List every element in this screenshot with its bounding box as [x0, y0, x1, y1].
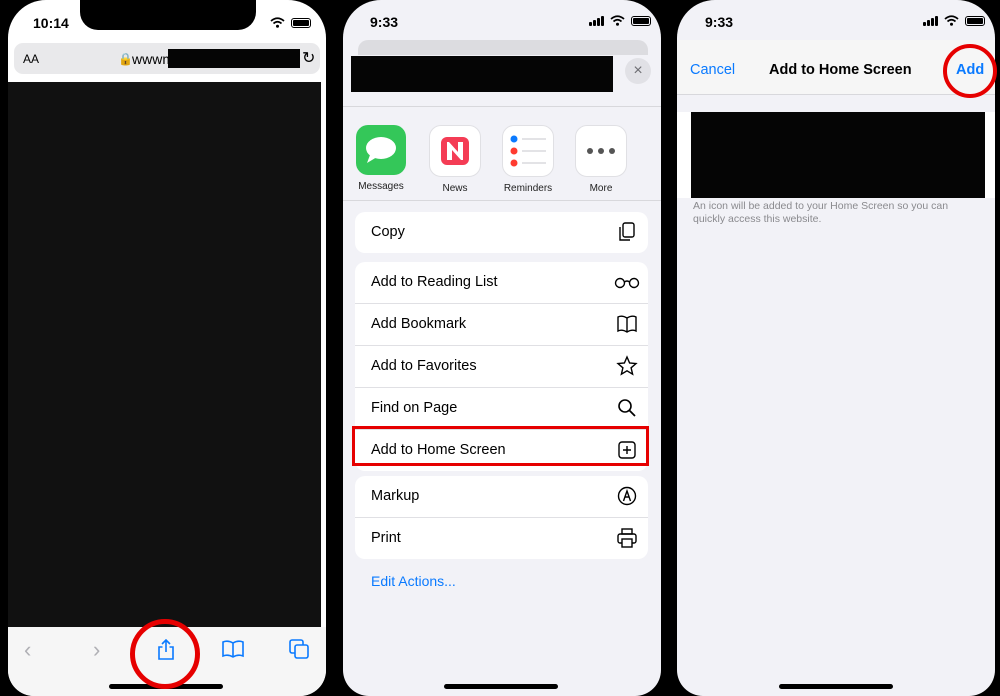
- magnifier-icon: [618, 399, 636, 417]
- redacted-url: [168, 49, 300, 68]
- action-label: Add to Favorites: [371, 358, 477, 374]
- sheet-background-edge: [358, 40, 648, 55]
- action-add-bookmark[interactable]: Add Bookmark: [355, 304, 648, 346]
- action-add-to-reading-list[interactable]: Add to Reading List: [355, 262, 648, 304]
- status-bar: 9:33: [677, 0, 995, 40]
- app-more[interactable]: More: [571, 125, 631, 194]
- home-indicator: [779, 684, 893, 689]
- reload-icon[interactable]: ↻: [302, 48, 315, 68]
- redacted-page-title: [351, 56, 613, 92]
- app-messages[interactable]: Messages: [351, 125, 411, 192]
- status-time: 9:33: [370, 14, 399, 30]
- star-icon: [616, 355, 638, 376]
- site-info-card: [677, 112, 995, 198]
- markup-pen-icon: [617, 486, 637, 506]
- action-label: Markup: [371, 488, 420, 504]
- cancel-button[interactable]: Cancel: [690, 62, 735, 78]
- app-label: More: [589, 183, 613, 194]
- cellular-icon: [589, 15, 604, 26]
- home-screen-note: An icon will be added to your Home Scree…: [693, 200, 949, 225]
- action-label: Print: [371, 530, 401, 546]
- wifi-icon: [270, 17, 285, 28]
- action-print[interactable]: Print: [355, 518, 648, 559]
- wifi-icon: [610, 15, 625, 26]
- more-icon: [575, 125, 627, 177]
- status-time: 9:33: [705, 14, 734, 30]
- app-news[interactable]: News: [425, 125, 485, 194]
- app-reminders[interactable]: Reminders: [498, 125, 558, 194]
- action-add-to-favorites[interactable]: Add to Favorites: [355, 346, 648, 388]
- close-button[interactable]: ×: [625, 58, 651, 84]
- app-label: Reminders: [503, 183, 553, 194]
- wifi-icon: [944, 15, 959, 26]
- reminders-icon: [502, 125, 554, 177]
- share-sheet-screen: 9:33 × Messages News Reminders More Copy…: [343, 0, 661, 696]
- markup-print-group: Markup Print: [355, 476, 648, 559]
- battery-icon: [965, 15, 985, 26]
- action-label: Copy: [371, 224, 405, 240]
- reader-text-size-button[interactable]: AA: [23, 52, 39, 66]
- address-bar[interactable]: AA 🔒 wwwm ↻: [14, 43, 320, 74]
- action-find-on-page[interactable]: Find on Page: [355, 388, 648, 430]
- action-label: Add Bookmark: [371, 316, 467, 332]
- news-icon: [429, 125, 481, 177]
- status-bar: 9:33: [343, 0, 661, 40]
- lock-icon: 🔒: [118, 52, 133, 66]
- redacted-site-info: [691, 112, 985, 198]
- tabs-icon[interactable]: [289, 639, 309, 659]
- action-copy[interactable]: Copy: [355, 212, 648, 253]
- page-title: Add to Home Screen: [769, 62, 912, 78]
- action-label: Find on Page: [371, 400, 458, 416]
- bookmarks-icon[interactable]: [222, 640, 244, 658]
- header-divider: [343, 106, 661, 107]
- web-page-content-redacted: [8, 82, 321, 627]
- add-to-home-screen-dialog: 9:33 Cancel Add to Home Screen Add An ic…: [677, 0, 995, 696]
- edit-actions-link[interactable]: Edit Actions...: [371, 573, 456, 589]
- home-screen-highlight-box: [352, 426, 649, 466]
- cellular-icon: [923, 15, 938, 26]
- back-button[interactable]: ‹: [24, 637, 31, 663]
- forward-button[interactable]: ›: [93, 637, 100, 663]
- messages-icon: [356, 125, 406, 175]
- app-label: News: [442, 183, 468, 194]
- battery-icon: [631, 15, 651, 26]
- book-icon: [617, 315, 637, 333]
- share-highlight-circle: [130, 619, 200, 689]
- battery-icon: [291, 17, 311, 28]
- action-markup[interactable]: Markup: [355, 476, 648, 518]
- action-label: Add to Reading List: [371, 274, 498, 290]
- printer-icon: [617, 528, 637, 548]
- safari-browser-screen: 10:14 AA 🔒 wwwm ↻ ‹ ›: [8, 0, 326, 696]
- status-time: 10:14: [33, 15, 69, 31]
- copy-icon: [619, 222, 635, 241]
- status-bar: 10:14: [8, 0, 326, 40]
- home-indicator: [444, 684, 558, 689]
- add-highlight-circle: [943, 44, 997, 98]
- copy-group: Copy: [355, 212, 648, 253]
- app-label: Messages: [358, 181, 404, 192]
- glasses-icon: [614, 277, 640, 289]
- apps-divider: [343, 200, 661, 201]
